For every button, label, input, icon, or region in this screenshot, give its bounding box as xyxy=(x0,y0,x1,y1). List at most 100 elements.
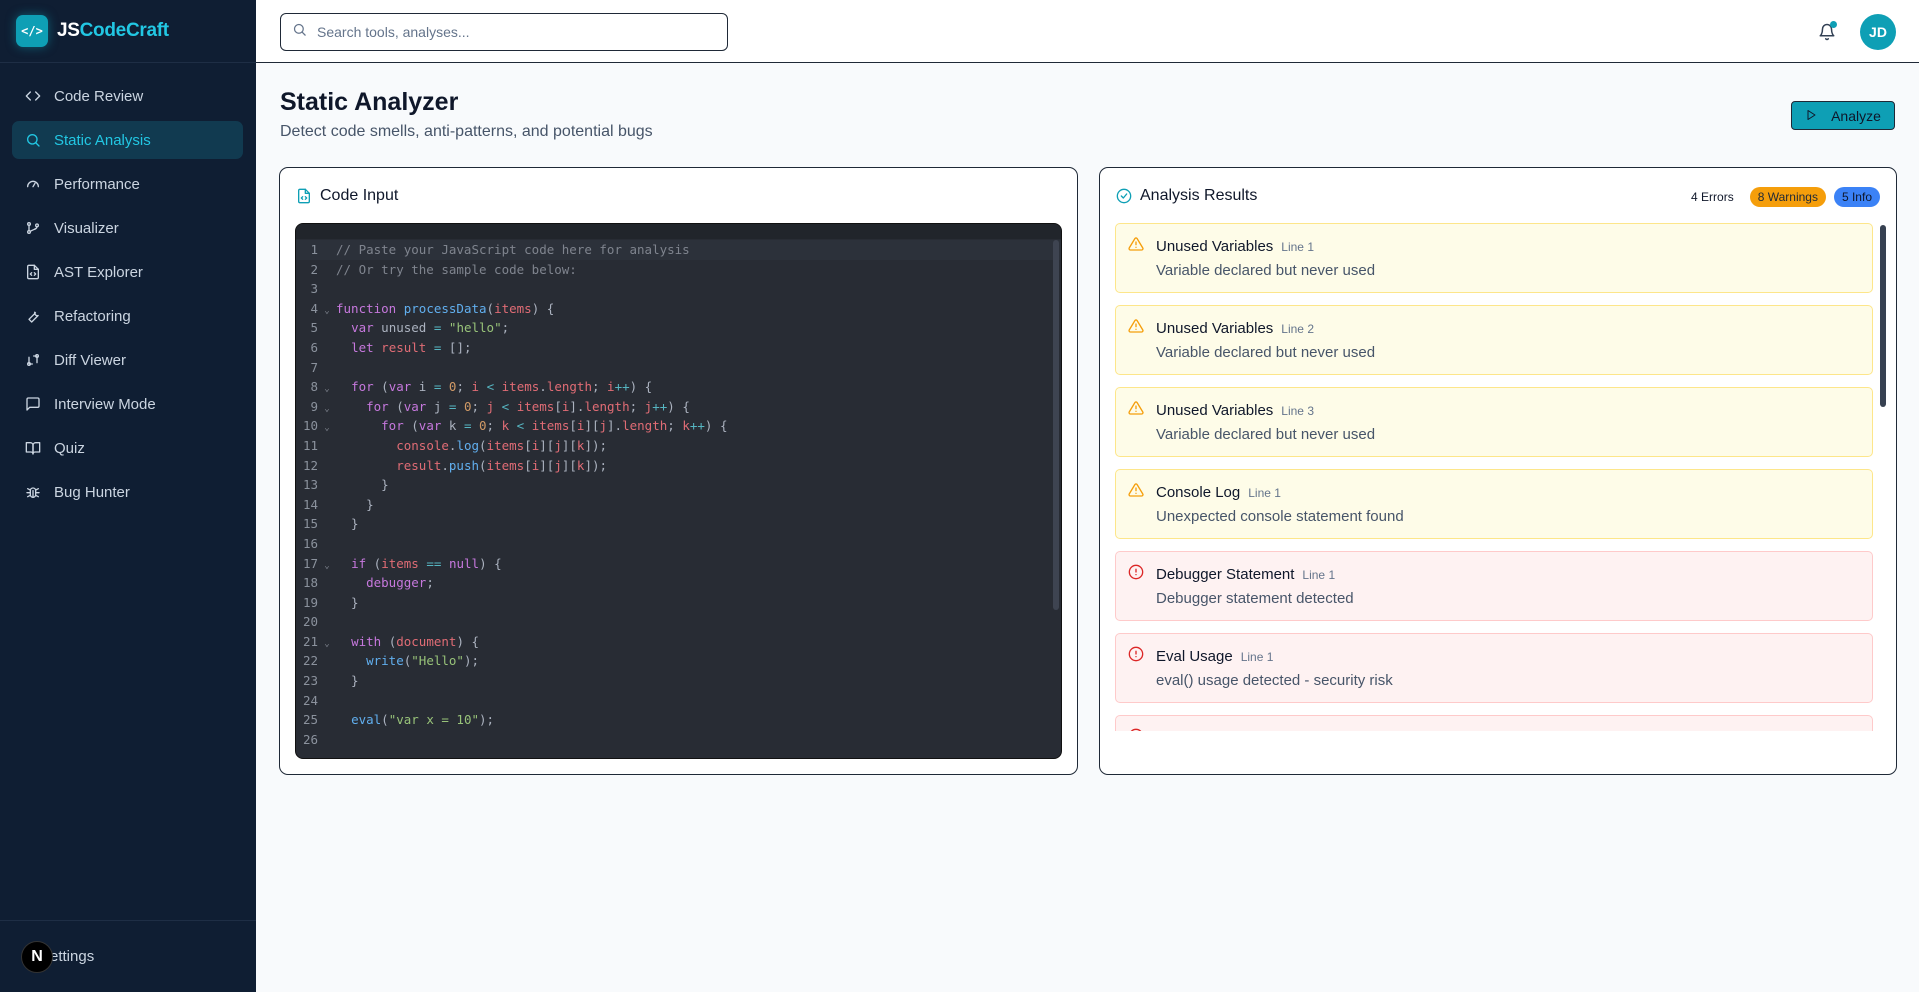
page-title: Static Analyzer xyxy=(280,88,459,116)
issue-item[interactable]: Eval Usage Line 1 eval() usage detected - … xyxy=(1115,633,1873,703)
git-branch-icon xyxy=(24,219,42,237)
fold-toggle xyxy=(318,730,336,750)
fold-toggle xyxy=(318,612,336,632)
code-line[interactable]: 26 xyxy=(296,730,1061,750)
sidebar-item-performance[interactable]: Performance xyxy=(12,165,243,203)
code-line[interactable]: 3 xyxy=(296,279,1061,299)
code-line[interactable]: 2 // Or try the sample code below: xyxy=(296,260,1061,280)
issue-item[interactable]: Unused Variables Line 3 Variable declared … xyxy=(1115,387,1873,457)
fold-toggle[interactable]: ⌄ xyxy=(318,632,336,652)
code-text: } xyxy=(336,673,359,689)
code-icon xyxy=(24,87,42,105)
fold-toggle xyxy=(318,495,336,515)
code-line[interactable]: 21 ⌄ with (document) { xyxy=(296,632,1061,652)
code-line[interactable]: 16 xyxy=(296,534,1061,554)
line-number: 11 xyxy=(302,437,318,453)
code-line[interactable]: 10 ⌄ for (var k = 0; k < items[i][j].leng… xyxy=(296,416,1061,436)
code-line[interactable]: 17 ⌄ if (items == null) { xyxy=(296,554,1061,574)
sidebar-item-ast-explorer[interactable]: AST Explorer xyxy=(12,253,243,291)
code-line[interactable]: 18 debugger; xyxy=(296,573,1061,593)
code-line[interactable]: 14 } xyxy=(296,495,1061,515)
code-line[interactable]: 11 console.log(items[i][j][k]); xyxy=(296,436,1061,456)
errors-count: 4 Errors xyxy=(1691,190,1734,204)
sidebar-item-bug-hunter[interactable]: Bug Hunter xyxy=(12,473,243,511)
code-text: write("Hello"); xyxy=(366,653,480,669)
code-line[interactable]: 9 ⌄ for (var j = 0; j < items[i].length; … xyxy=(296,397,1061,417)
next-badge[interactable]: N xyxy=(21,940,53,973)
code-line[interactable]: 13 } xyxy=(296,475,1061,495)
code-line[interactable]: 22 write("Hello"); xyxy=(296,651,1061,671)
line-number: 18 xyxy=(302,575,318,591)
issue-description: Unexpected console statement found xyxy=(1156,508,1404,525)
issue-description: Variable declared but never used xyxy=(1156,344,1376,361)
line-number: 21 xyxy=(302,633,318,649)
fold-toggle[interactable]: ⌄ xyxy=(318,299,336,319)
code-editor[interactable]: 1 // Paste your JavaScript code here for … xyxy=(295,223,1062,759)
issue-item[interactable]: Console Log Line 1 Unexpected console stat… xyxy=(1115,469,1873,539)
fold-toggle xyxy=(318,573,336,593)
sidebar-item-code-review[interactable]: Code Review xyxy=(12,77,243,115)
message-square-icon xyxy=(24,395,42,413)
user-avatar[interactable]: JD xyxy=(1860,14,1896,50)
brand[interactable]: </> JSCodeCraft xyxy=(0,0,256,63)
code-line[interactable]: 8 ⌄ for (var i = 0; i < items.length; i++… xyxy=(296,377,1061,397)
notification-dot xyxy=(1830,21,1837,28)
search-icon xyxy=(24,131,42,149)
issue-line: Line 3 xyxy=(1281,404,1314,418)
sidebar-item-diff-viewer[interactable]: Diff Viewer xyxy=(12,341,243,379)
sidebar-nav: Code Review Static Analysis Performance Vis… xyxy=(0,63,256,511)
sidebar-item-quiz[interactable]: Quiz xyxy=(12,429,243,467)
code-line[interactable]: 24 xyxy=(296,691,1061,711)
code-line[interactable]: 20 xyxy=(296,612,1061,632)
code-text: } xyxy=(336,496,374,512)
line-number: 4 xyxy=(310,300,318,316)
issue-item[interactable] xyxy=(1115,715,1873,731)
sidebar-item-static-analysis[interactable]: Static Analysis xyxy=(12,121,243,159)
code-line[interactable]: 1 // Paste your JavaScript code here for … xyxy=(296,240,1061,260)
search-input[interactable] xyxy=(317,24,717,40)
fold-toggle xyxy=(318,671,336,691)
fold-toggle[interactable]: ⌄ xyxy=(318,554,336,574)
issue-item[interactable]: Unused Variables Line 2 Variable declared … xyxy=(1115,305,1873,375)
alert-triangle-icon xyxy=(1128,482,1144,498)
line-number: 17 xyxy=(302,555,318,571)
issue-item[interactable]: Unused Variables Line 1 Variable declared … xyxy=(1115,223,1873,293)
code-line[interactable]: 23 } xyxy=(296,671,1061,691)
issues-scrollbar[interactable] xyxy=(1880,225,1886,407)
info-badge: 5 Info xyxy=(1833,187,1880,207)
fold-toggle xyxy=(318,279,336,299)
bell-icon[interactable] xyxy=(1814,19,1840,45)
code-line[interactable]: 12 result.push(items[i][j][k]); xyxy=(296,456,1061,476)
code-line[interactable]: 25 eval("var x = 10"); xyxy=(296,710,1061,730)
code-lines[interactable]: 1 // Paste your JavaScript code here for … xyxy=(296,239,1061,749)
code-line[interactable]: 7 xyxy=(296,358,1061,378)
editor-scrollbar[interactable] xyxy=(1053,240,1059,610)
analysis-results-title: Analysis Results xyxy=(1140,187,1258,204)
fold-toggle[interactable]: ⌄ xyxy=(318,397,336,417)
fold-toggle[interactable]: ⌄ xyxy=(318,416,336,436)
sidebar-item-interview-mode[interactable]: Interview Mode xyxy=(12,385,243,423)
sidebar-item-visualizer[interactable]: Visualizer xyxy=(12,209,243,247)
issue-line: Line 1 xyxy=(1281,240,1314,254)
wrench-icon xyxy=(24,307,42,325)
code-line[interactable]: 4 ⌄ function processData(items) { xyxy=(296,299,1061,319)
sidebar-item-refactoring[interactable]: Refactoring xyxy=(12,297,243,335)
code-text: } xyxy=(336,516,359,532)
issues-list[interactable]: Unused Variables Line 1 Variable declared … xyxy=(1115,223,1873,731)
code-line[interactable]: 19 } xyxy=(296,593,1061,613)
fold-toggle xyxy=(318,318,336,338)
line-number: 5 xyxy=(310,320,318,336)
code-line[interactable]: 15 } xyxy=(296,514,1061,534)
code-line[interactable]: 5 var unused = "hello"; xyxy=(296,318,1061,338)
search-box[interactable] xyxy=(280,13,728,51)
analysis-results-header: Analysis Results xyxy=(1116,187,1257,205)
issue-description: Variable declared but never used xyxy=(1156,426,1376,443)
alert-circle-icon xyxy=(1128,728,1144,731)
sidebar-item-label: Code Review xyxy=(54,87,144,105)
issue-item[interactable]: Debugger Statement Line 1 Debugger stateme… xyxy=(1115,551,1873,621)
fold-toggle[interactable]: ⌄ xyxy=(318,377,336,397)
analyze-button[interactable]: Analyze xyxy=(1791,101,1895,130)
code-line[interactable]: 6 let result = []; xyxy=(296,338,1061,358)
line-number: 13 xyxy=(302,477,318,493)
line-number: 20 xyxy=(302,614,318,630)
